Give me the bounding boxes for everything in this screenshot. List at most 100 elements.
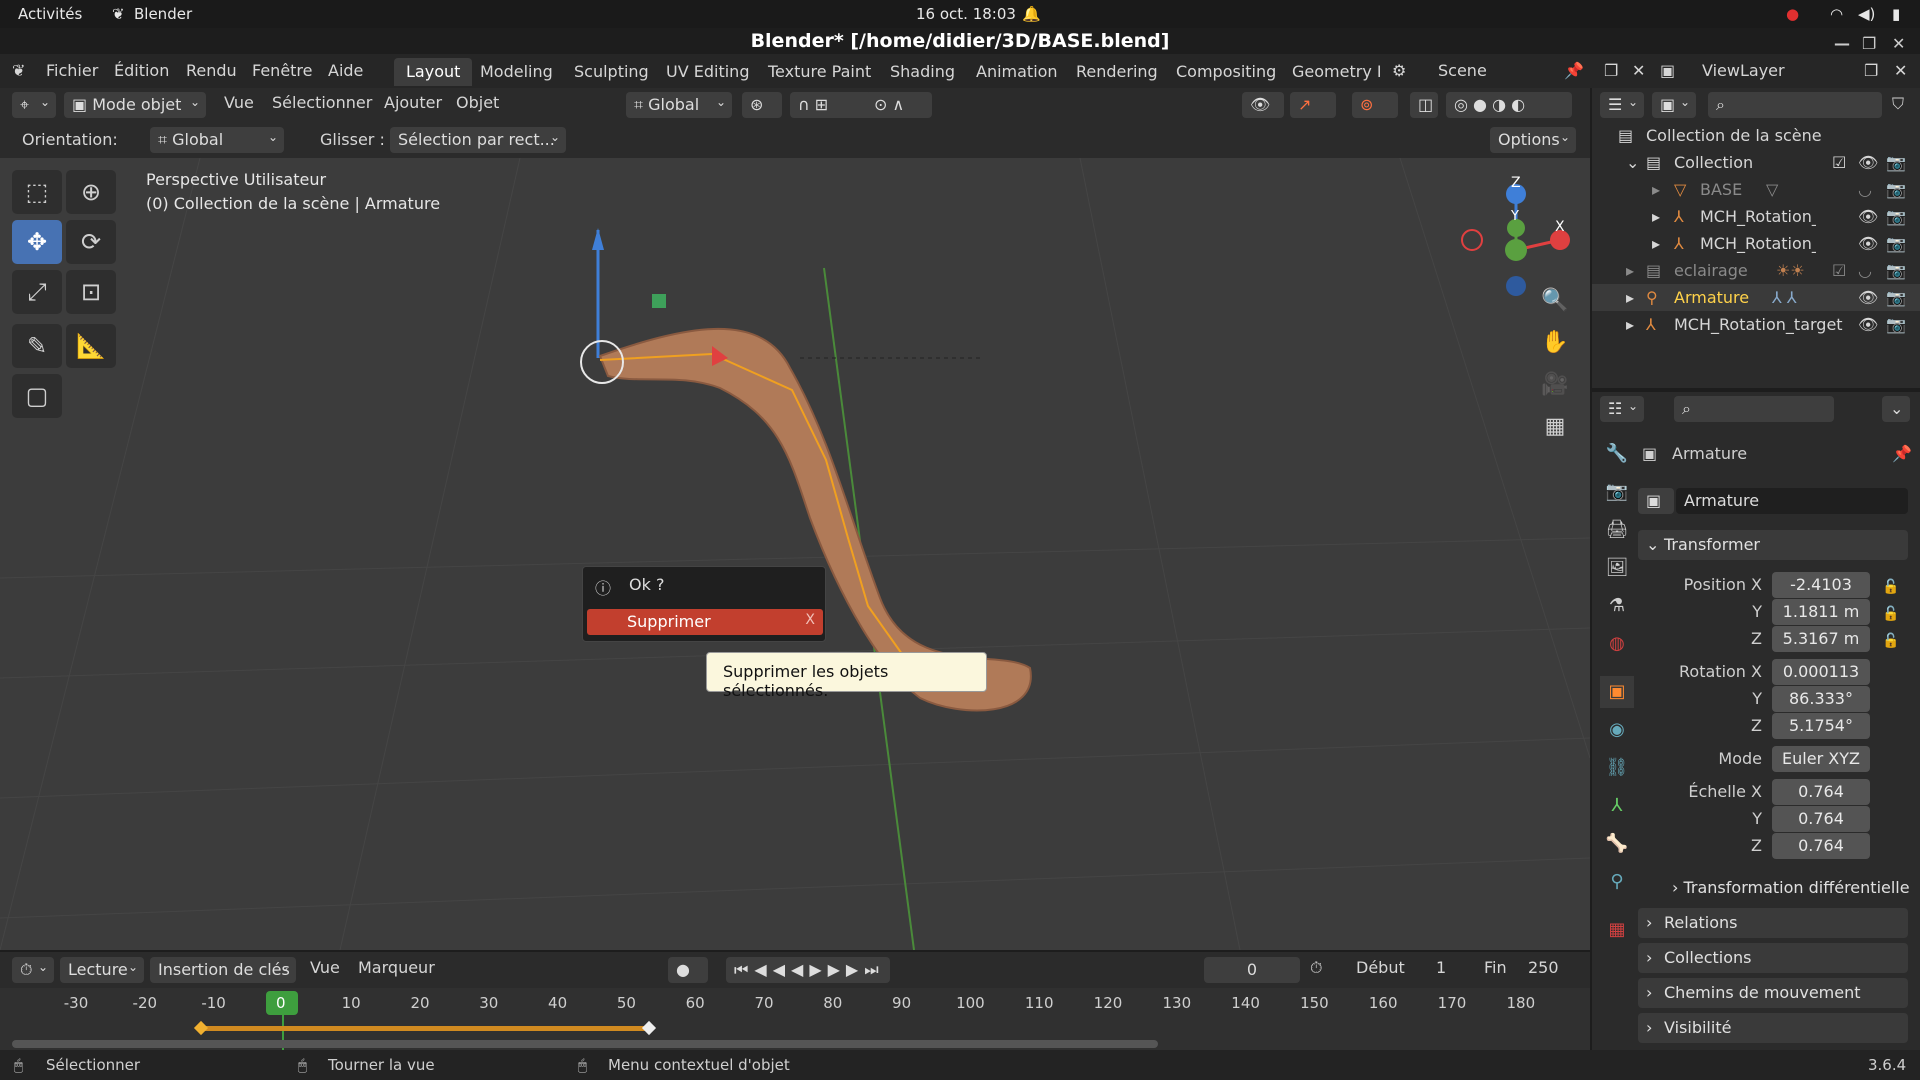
menu-render[interactable]: Rendu — [186, 61, 237, 80]
eye-closed-icon[interactable]: ◡ — [1858, 180, 1872, 199]
world-tab-icon[interactable]: ◍ — [1600, 628, 1634, 660]
record-icon[interactable]: ● — [1786, 5, 1799, 23]
position-y-field[interactable]: 1.1811 m — [1772, 599, 1870, 625]
scene-tab-icon[interactable]: ⚗ — [1600, 590, 1634, 622]
pan-hand-icon[interactable]: ✋ — [1538, 326, 1572, 360]
viewport-3d[interactable]: Perspective Utilisateur (0) Collection d… — [0, 158, 1590, 950]
editor-type-icon[interactable]: ⌖ ⌄ — [12, 92, 56, 118]
tab-animation[interactable]: Animation — [964, 58, 1070, 86]
menu-object[interactable]: Objet — [456, 93, 499, 112]
visibility-panel-header[interactable]: › Visibilité — [1638, 1013, 1908, 1043]
eye-icon[interactable]: 👁 — [1858, 315, 1878, 334]
scene-name[interactable]: Scene — [1438, 61, 1487, 80]
autokey-record-icon[interactable]: ● — [668, 957, 708, 983]
render-camera-icon[interactable]: 📷 — [1886, 234, 1906, 253]
menu-select[interactable]: Sélectionner — [272, 93, 372, 112]
new-scene-icon[interactable]: ❐ — [1604, 61, 1618, 80]
rotation-mode-dropdown[interactable]: Euler XYZ — [1772, 746, 1870, 772]
scale-z-field[interactable]: 0.764 — [1772, 833, 1870, 859]
outliner-editor-icon[interactable]: ☰ ⌄ — [1600, 92, 1644, 118]
outliner-root[interactable]: ▤ Collection de la scène — [1592, 122, 1920, 149]
delete-button[interactable]: Supprimer X — [587, 609, 823, 635]
blender-logo-icon[interactable]: ❦ — [12, 61, 25, 80]
clock[interactable]: 16 oct. 18:03 — [916, 5, 1016, 23]
start-frame-value[interactable]: 1 — [1436, 958, 1446, 977]
scale-tool-icon[interactable]: ⤢ — [12, 270, 62, 314]
move-tool-icon[interactable]: ✥ — [12, 220, 62, 264]
eye-icon[interactable]: 👁 — [1858, 153, 1878, 172]
render-camera-icon[interactable]: 📷 — [1886, 180, 1906, 199]
mode-dropdown[interactable]: ▣ Mode objet ⌄ — [64, 92, 206, 118]
output-tab-icon[interactable]: 🖨 — [1600, 514, 1634, 546]
eye-icon[interactable]: 👁 — [1858, 288, 1878, 307]
filter-icon[interactable]: ⛉ — [1892, 94, 1904, 114]
position-x-field[interactable]: -2.4103 — [1772, 572, 1870, 598]
xray-icon[interactable]: ◫ — [1410, 92, 1438, 118]
view-layer-tab-icon[interactable]: 🖼 — [1600, 552, 1634, 584]
navigation-gizmo[interactable] — [1456, 172, 1576, 302]
tab-uv-editing[interactable]: UV Editing — [654, 58, 761, 86]
transform-tool-icon[interactable]: ⊡ — [66, 270, 116, 314]
eye-closed-icon[interactable]: ◡ — [1858, 261, 1872, 280]
keyframe-end[interactable] — [641, 1020, 657, 1036]
rotation-y-field[interactable]: 86.333° — [1772, 686, 1870, 712]
tab-sculpting[interactable]: Sculpting — [562, 58, 661, 86]
orientation-dropdown[interactable]: ⌗ Global ⌄ — [150, 127, 284, 153]
transform-panel-header[interactable]: ⌄ Transformer — [1638, 530, 1908, 560]
tool-tab-icon[interactable]: 🔧 — [1600, 438, 1634, 470]
exclude-checkbox-icon[interactable]: ☑ — [1832, 153, 1846, 172]
add-cube-tool-icon[interactable]: ▢ — [12, 374, 62, 418]
delete-scene-icon[interactable]: ✕ — [1632, 61, 1645, 80]
object-name-field[interactable]: Armature — [1676, 488, 1908, 514]
activities-button[interactable]: Activités — [18, 5, 82, 23]
expand-icon[interactable]: ▸ — [1652, 180, 1660, 199]
expand-icon[interactable]: ▸ — [1626, 315, 1634, 334]
render-camera-icon[interactable]: 📷 — [1886, 288, 1906, 307]
gizmo-icon[interactable]: ↗ — [1290, 92, 1336, 118]
drag-dropdown[interactable]: Sélection par rect... ⌄ — [390, 127, 566, 153]
outliner-search-input[interactable]: ⌕ — [1708, 92, 1882, 118]
app-name[interactable]: Blender — [134, 5, 192, 23]
menu-help[interactable]: Aide — [328, 61, 363, 80]
tab-compositing[interactable]: Compositing — [1164, 58, 1288, 86]
scale-x-field[interactable]: 0.764 — [1772, 779, 1870, 805]
viewlayer-name[interactable]: ViewLayer — [1702, 61, 1785, 80]
stopwatch-icon[interactable]: ⏱ — [1310, 958, 1322, 978]
options-dropdown[interactable]: Options ⌄ — [1490, 127, 1576, 153]
object-tab-icon[interactable]: ▣ — [1600, 676, 1634, 708]
outliner-row[interactable]: ▸ ⅄ MCH_Rotation_target 👁 📷 — [1592, 311, 1920, 338]
outliner-row[interactable]: ⌄ ▤ Collection ☑ 👁 📷 — [1592, 149, 1920, 176]
lock-icons[interactable]: 🔓 🔓 🔓 — [1882, 574, 1899, 655]
texture-tab-icon[interactable]: ▦ — [1600, 914, 1634, 946]
exclude-checkbox-icon[interactable]: ☑ — [1832, 261, 1846, 280]
pin-icon[interactable]: 📌 — [1892, 444, 1912, 463]
end-frame-value[interactable]: 250 — [1528, 958, 1559, 977]
playback-dropdown[interactable]: Lecture ⌄ — [60, 957, 144, 983]
current-frame-field[interactable]: 0 — [1204, 957, 1300, 983]
transform-orientation-dropdown[interactable]: ⌗ Global ⌄ — [626, 92, 732, 118]
tab-texture-paint[interactable]: Texture Paint — [756, 58, 883, 86]
outliner-row[interactable]: ▸ ▽ BASE ▽ ◡ 📷 — [1592, 176, 1920, 203]
timeline-menu-view[interactable]: Vue — [310, 958, 340, 977]
position-z-field[interactable]: 5.3167 m — [1772, 626, 1870, 652]
tab-geometry-nodes[interactable]: Geometry N — [1280, 58, 1380, 86]
relations-panel-header[interactable]: › Relations — [1638, 908, 1908, 938]
tab-modeling[interactable]: Modeling — [468, 58, 565, 86]
object-browse-icon[interactable]: ▣ — [1638, 488, 1674, 514]
ortho-grid-icon[interactable]: ▦ — [1538, 410, 1572, 444]
render-camera-icon[interactable]: 📷 — [1886, 153, 1906, 172]
motion-paths-panel-header[interactable]: › Chemins de mouvement — [1638, 978, 1908, 1008]
cursor-tool-icon[interactable]: ⊕ — [66, 170, 116, 214]
menu-window[interactable]: Fenêtre — [252, 61, 313, 80]
measure-tool-icon[interactable]: 📐 — [66, 324, 116, 368]
scene-icon[interactable]: ⚙ — [1392, 61, 1406, 80]
expand-icon[interactable]: ▸ — [1626, 288, 1634, 307]
collections-panel-header[interactable]: › Collections — [1638, 943, 1908, 973]
expand-icon[interactable]: ▸ — [1626, 261, 1634, 280]
outliner-row[interactable]: ▸ ⅄ MCH_Rotation_ta 👁 📷 — [1592, 203, 1920, 230]
bone-tab-icon[interactable]: 🦴 — [1600, 828, 1634, 860]
select-box-tool-icon[interactable]: ⬚ — [12, 170, 62, 214]
delta-transform-header[interactable]: › Transformation différentielle — [1672, 878, 1910, 897]
pivot-icon[interactable]: ⊛ — [742, 92, 782, 118]
rotation-x-field[interactable]: 0.000113 — [1772, 659, 1870, 685]
